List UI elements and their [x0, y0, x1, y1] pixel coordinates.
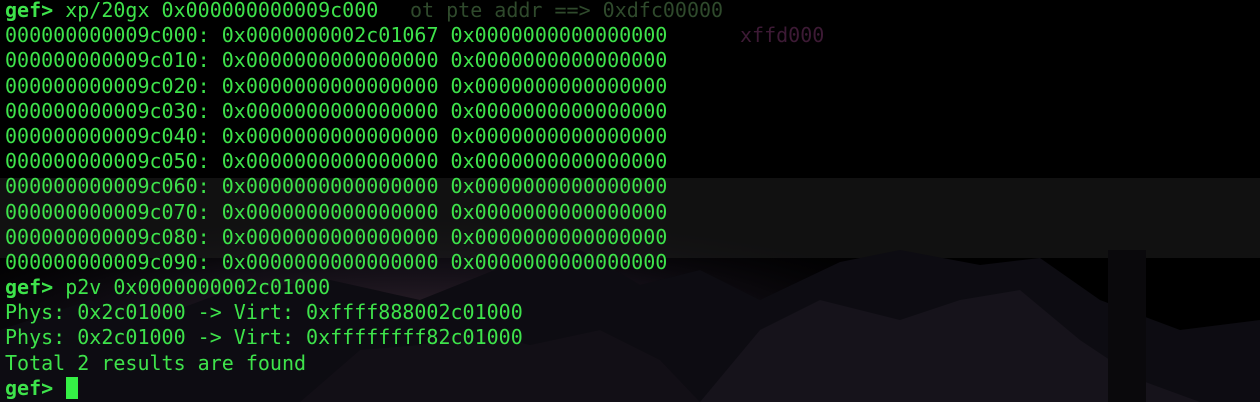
memory-row: 000000000009c020: 0x0000000000000000 0x0…: [5, 74, 667, 99]
memory-value: 0x0000000000000000: [221, 174, 439, 199]
memory-value: 0x0000000000000000: [221, 98, 439, 123]
memory-row: 000000000009c040: 0x0000000000000000 0x0…: [5, 124, 667, 149]
memory-value: 0x0000000000000000: [450, 249, 668, 274]
memory-value: 0x0000000000000000: [221, 73, 439, 98]
memory-row: 000000000009c060: 0x0000000000000000 0x0…: [5, 174, 667, 199]
memory-value: 0x0000000000000000: [450, 123, 668, 148]
memory-value: 0x0000000000000000: [450, 73, 668, 98]
command-text: xp/20gx 0x000000000009c000: [65, 0, 379, 22]
memory-value: 0x0000000000000000: [221, 249, 439, 274]
prompt-label: gef>: [5, 275, 54, 300]
dark-pillar: [1108, 250, 1146, 402]
memory-row: 000000000009c010: 0x0000000000000000 0x0…: [5, 48, 667, 73]
memory-address: 000000000009c070:: [5, 199, 210, 224]
prompt-label: gef>: [5, 0, 54, 22]
result-line: Phys: 0x2c01000 -> Virt: 0xffffffff82c01…: [5, 325, 523, 350]
command-line: gef> p2v 0x0000000002c01000: [5, 275, 667, 300]
memory-value: 0x0000000000000000: [450, 174, 668, 199]
memory-row: 000000000009c070: 0x0000000000000000 0x0…: [5, 200, 667, 225]
memory-address: 000000000009c050:: [5, 149, 210, 174]
memory-value: 0x0000000000000000: [221, 224, 439, 249]
memory-address: 000000000009c000:: [5, 23, 210, 48]
memory-row: 000000000009c050: 0x0000000000000000 0x0…: [5, 149, 667, 174]
summary-line: Total 2 results are found: [5, 350, 307, 375]
memory-value: 0x0000000000000000: [221, 123, 439, 148]
result-line: Phys: 0x2c01000 -> Virt: 0xffff888002c01…: [5, 300, 523, 325]
memory-address: 000000000009c010:: [5, 48, 210, 73]
prompt-label: gef>: [5, 375, 54, 400]
command-text: p2v 0x0000000002c01000: [65, 275, 331, 300]
terminal-output[interactable]: gef> xp/20gx 0x000000000009c000 00000000…: [5, 0, 667, 401]
memory-address: 000000000009c020:: [5, 73, 210, 98]
memory-row: 000000000009c030: 0x0000000000000000 0x0…: [5, 99, 667, 124]
command-line: gef> xp/20gx 0x000000000009c000: [5, 0, 667, 23]
memory-address: 000000000009c060:: [5, 174, 210, 199]
memory-row: 000000000009c000: 0x0000000002c01067 0x0…: [5, 23, 667, 48]
memory-address: 000000000009c090:: [5, 249, 210, 274]
input-line[interactable]: gef>: [5, 376, 667, 401]
memory-value: 0x0000000000000000: [450, 224, 668, 249]
memory-address: 000000000009c080:: [5, 224, 210, 249]
terminal-window[interactable]: ot pte addr ==> 0xdfc00000 xffd000 gef> …: [0, 0, 1260, 402]
ghost-text-overlay-2: xffd000: [740, 23, 825, 47]
memory-value: 0x0000000000000000: [450, 48, 668, 73]
memory-value: 0x0000000000000000: [221, 149, 439, 174]
text-cursor: [66, 376, 79, 399]
memory-address: 000000000009c040:: [5, 123, 210, 148]
memory-value: 0x0000000000000000: [450, 98, 668, 123]
memory-row: 000000000009c080: 0x0000000000000000 0x0…: [5, 225, 667, 250]
memory-value: 0x0000000000000000: [450, 23, 668, 48]
memory-value: 0x0000000002c01067: [221, 23, 439, 48]
memory-value: 0x0000000000000000: [221, 199, 439, 224]
memory-value: 0x0000000000000000: [450, 149, 668, 174]
memory-value: 0x0000000000000000: [450, 199, 668, 224]
memory-row: 000000000009c090: 0x0000000000000000 0x0…: [5, 250, 667, 275]
memory-value: 0x0000000000000000: [221, 48, 439, 73]
memory-address: 000000000009c030:: [5, 98, 210, 123]
